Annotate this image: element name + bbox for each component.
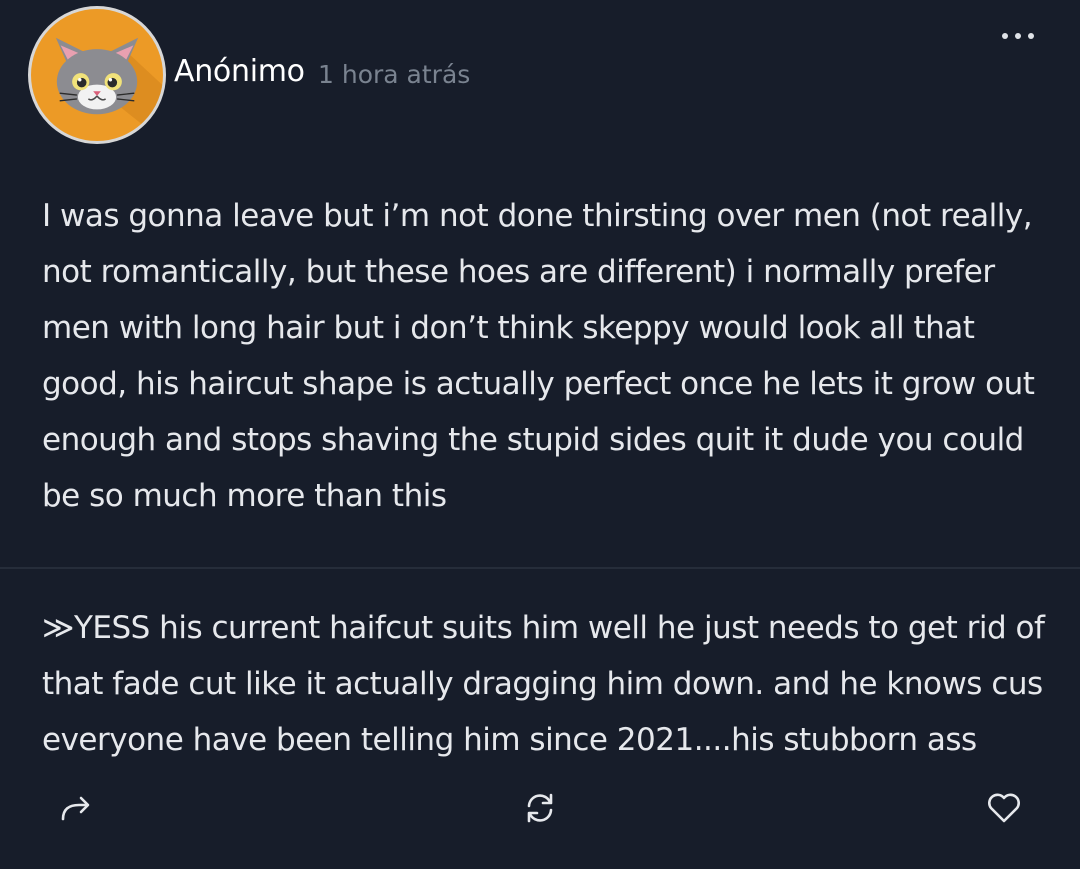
reply-body: ≫YESS his current haifcut suits him well… [42, 610, 1045, 758]
share-arrow-icon [61, 796, 90, 821]
more-options-button[interactable] [988, 16, 1048, 56]
post-body: I was gonna leave but i’m not done thirs… [42, 198, 1035, 514]
repost-icon [527, 793, 553, 823]
divider [0, 567, 1080, 569]
repost-button[interactable] [518, 786, 562, 830]
avatar[interactable] [28, 6, 166, 144]
like-button[interactable] [982, 786, 1026, 830]
post-timestamp: 1 hora atrás [318, 60, 471, 89]
heart-icon [988, 793, 1020, 823]
post-header: Anónimo 1 hora atrás [0, 0, 1080, 150]
cat-avatar-icon [55, 37, 163, 141]
share-button[interactable] [54, 786, 98, 830]
author-name[interactable]: Anónimo [174, 54, 305, 89]
more-horizontal-icon [1002, 33, 1034, 39]
